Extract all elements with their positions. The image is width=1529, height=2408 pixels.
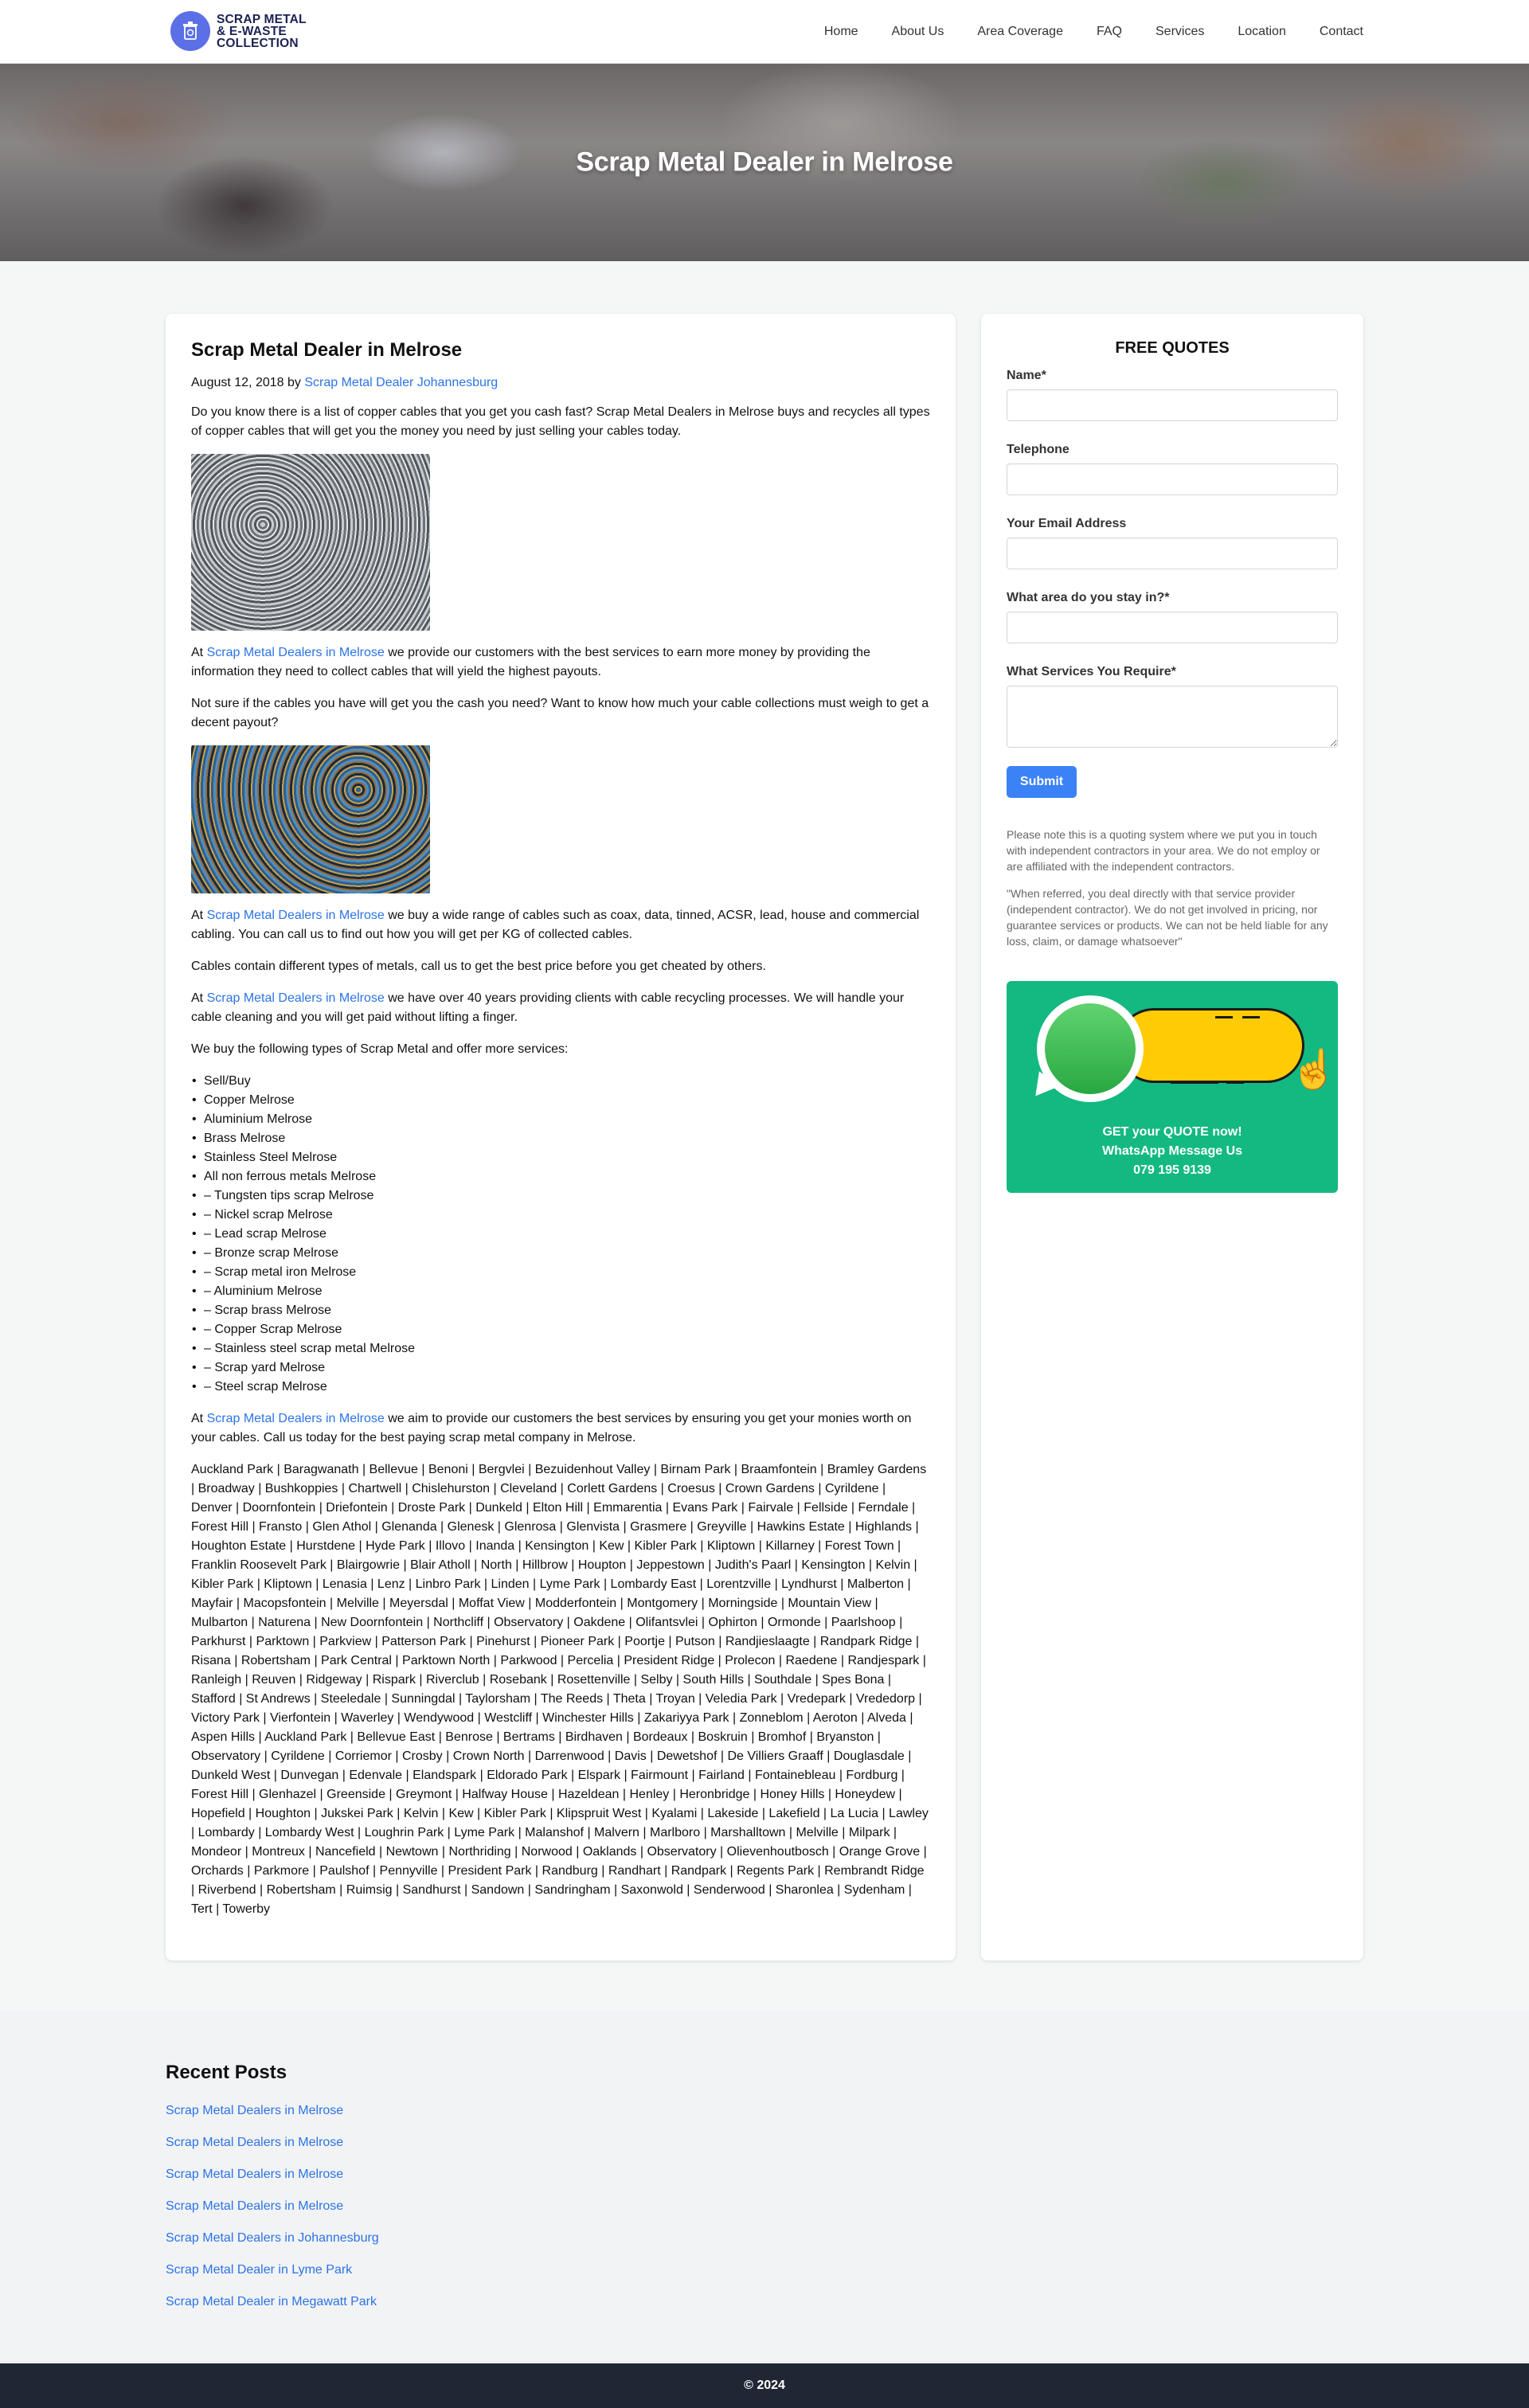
recent-posts: Recent Posts Scrap Metal Dealers in Melr… <box>0 2011 1529 2363</box>
hero-banner: Scrap Metal Dealer in Melrose <box>0 64 1529 261</box>
dealer-link[interactable]: Scrap Metal Dealers in Melrose <box>207 1412 385 1425</box>
article-by: by <box>287 376 301 389</box>
nav-location[interactable]: Location <box>1238 25 1286 39</box>
nav-faq[interactable]: FAQ <box>1097 25 1122 39</box>
areas-list: Auckland Park | Baragwanath | Bellevue |… <box>191 1463 929 1916</box>
list-item: Copper Melrose <box>191 1091 930 1110</box>
list-item: – Steel scrap Melrose <box>191 1378 930 1397</box>
paragraph-6: At Scrap Metal Dealers in Melrose we hav… <box>191 989 930 1027</box>
list-item: – Tungsten tips scrap Melrose <box>191 1186 930 1206</box>
submit-button[interactable]: Submit <box>1007 766 1077 798</box>
dash-decoration <box>1171 1081 1218 1084</box>
recent-post-link[interactable]: Scrap Metal Dealers in Johannesburg <box>166 2229 1363 2248</box>
area-field[interactable] <box>1007 612 1338 643</box>
text: At <box>191 646 204 659</box>
whatsapp-cta-text: GET your QUOTE now! WhatsApp Message Us … <box>1007 1123 1338 1180</box>
recent-post-link[interactable]: Scrap Metal Dealers in Melrose <box>166 2197 1363 2216</box>
disclaimer-note-1: Please note this is a quoting system whe… <box>1007 828 1320 873</box>
list-item: Aluminium Melrose <box>191 1110 930 1129</box>
list-item: – Stainless steel scrap metal Melrose <box>191 1339 930 1358</box>
services-label: What Services You Require* <box>1007 665 1176 678</box>
paragraph-8: At Scrap Metal Dealers in Melrose we aim… <box>191 1409 930 1448</box>
dash-decoration <box>1242 1016 1260 1018</box>
dash-decoration <box>1215 1016 1233 1018</box>
paragraph-7: We buy the following types of Scrap Meta… <box>191 1042 569 1056</box>
logo-line-3: COLLECTION <box>217 36 299 50</box>
quote-form-title: FREE QUOTES <box>1115 339 1230 357</box>
site-footer: © 2024 <box>0 2363 1529 2408</box>
text: At <box>191 1412 204 1425</box>
article-author-link[interactable]: Scrap Metal Dealer Johannesburg <box>304 376 498 389</box>
dealer-link[interactable]: Scrap Metal Dealers in Melrose <box>207 646 385 659</box>
nav-contact[interactable]: Contact <box>1320 25 1363 39</box>
main-nav: Home About Us Area Coverage FAQ Services… <box>791 0 1363 64</box>
paragraph-2: At Scrap Metal Dealers in Melrose we pro… <box>191 643 930 682</box>
list-item: – Scrap brass Melrose <box>191 1301 930 1320</box>
paragraph-5: Cables contain different types of metals… <box>191 960 766 973</box>
area-label: What area do you stay in?* <box>1007 591 1170 604</box>
article-card: Scrap Metal Dealer in Melrose August 12,… <box>166 314 956 1960</box>
list-item: – Nickel scrap Melrose <box>191 1206 930 1225</box>
name-field[interactable] <box>1007 389 1338 421</box>
pointer-hand-icon: ☝ <box>1290 1049 1338 1091</box>
nav-home[interactable]: Home <box>824 25 858 39</box>
whatsapp-phone: 079 195 9139 <box>1133 1163 1211 1177</box>
telephone-label: Telephone <box>1007 443 1070 456</box>
dash-decoration <box>1226 1081 1244 1084</box>
dealer-link[interactable]: Scrap Metal Dealers in Melrose <box>207 909 385 922</box>
list-item: – Aluminium Melrose <box>191 1282 930 1301</box>
site-logo[interactable]: SCRAP METAL & E-WASTE COLLECTION <box>170 11 307 51</box>
nav-services[interactable]: Services <box>1156 25 1204 39</box>
whatsapp-cta-banner[interactable]: ☝ GET your QUOTE now! WhatsApp Message U… <box>1007 981 1338 1193</box>
disclaimer-note-2: "When referred, you deal directly with t… <box>1007 887 1328 948</box>
metal-types-list: Sell/Buy Copper Melrose Aluminium Melros… <box>191 1072 930 1397</box>
main-content: Scrap Metal Dealer in Melrose August 12,… <box>0 261 1529 2011</box>
list-item: – Copper Scrap Melrose <box>191 1320 930 1339</box>
list-item: – Bronze scrap Melrose <box>191 1244 930 1263</box>
article-meta: August 12, 2018 by Scrap Metal Dealer Jo… <box>191 376 930 390</box>
list-item: – Scrap yard Melrose <box>191 1358 930 1378</box>
hero-title: Scrap Metal Dealer in Melrose <box>576 147 953 178</box>
whatsapp-line-1: GET your QUOTE now! <box>1102 1125 1242 1139</box>
recent-post-link[interactable]: Scrap Metal Dealers in Melrose <box>166 2133 1363 2152</box>
list-item: – Lead scrap Melrose <box>191 1225 930 1244</box>
recent-post-link[interactable]: Scrap Metal Dealers in Melrose <box>166 2101 1363 2121</box>
chat-pill-graphic <box>1116 1008 1304 1083</box>
quote-form: Name* Telephone Your Email Address What … <box>1007 369 1338 798</box>
recent-post-link[interactable]: Scrap Metal Dealer in Megawatt Park <box>166 2293 1363 2312</box>
article-date: August 12, 2018 <box>191 376 284 389</box>
name-label: Name* <box>1007 369 1046 382</box>
recycle-bin-icon <box>170 11 210 51</box>
telephone-field[interactable] <box>1007 463 1338 495</box>
list-item: Sell/Buy <box>191 1072 930 1091</box>
email-field[interactable] <box>1007 538 1338 569</box>
nav-about-us[interactable]: About Us <box>892 25 944 39</box>
dealer-link[interactable]: Scrap Metal Dealers in Melrose <box>207 991 385 1005</box>
list-item: All non ferrous metals Melrose <box>191 1167 930 1186</box>
copper-cables-image <box>191 454 430 631</box>
list-item: Brass Melrose <box>191 1129 930 1148</box>
colored-cables-image <box>191 745 430 893</box>
paragraph-3: Not sure if the cables you have will get… <box>191 697 929 729</box>
list-item: – Scrap metal iron Melrose <box>191 1263 930 1282</box>
recent-post-link[interactable]: Scrap Metal Dealer in Lyme Park <box>166 2261 1363 2280</box>
whatsapp-icon <box>1037 995 1144 1102</box>
site-header: SCRAP METAL & E-WASTE COLLECTION Home Ab… <box>0 0 1529 64</box>
email-label: Your Email Address <box>1007 517 1127 530</box>
paragraph-1: Do you know there is a list of copper ca… <box>191 405 930 438</box>
copyright-text: © 2024 <box>744 2379 785 2392</box>
recent-post-link[interactable]: Scrap Metal Dealers in Melrose <box>166 2165 1363 2184</box>
text: At <box>191 991 204 1005</box>
text: At <box>191 909 204 922</box>
article-title: Scrap Metal Dealer in Melrose <box>191 339 463 361</box>
paragraph-4: At Scrap Metal Dealers in Melrose we buy… <box>191 906 930 944</box>
quote-sidebar: FREE QUOTES Name* Telephone Your Email A… <box>981 314 1363 1960</box>
services-field[interactable] <box>1007 686 1338 748</box>
logo-text: SCRAP METAL & E-WASTE COLLECTION <box>217 13 307 50</box>
recent-posts-title: Recent Posts <box>166 2062 287 2083</box>
whatsapp-line-2: WhatsApp Message Us <box>1101 1144 1243 1158</box>
nav-area-coverage[interactable]: Area Coverage <box>977 25 1063 39</box>
list-item: Stainless Steel Melrose <box>191 1148 930 1167</box>
